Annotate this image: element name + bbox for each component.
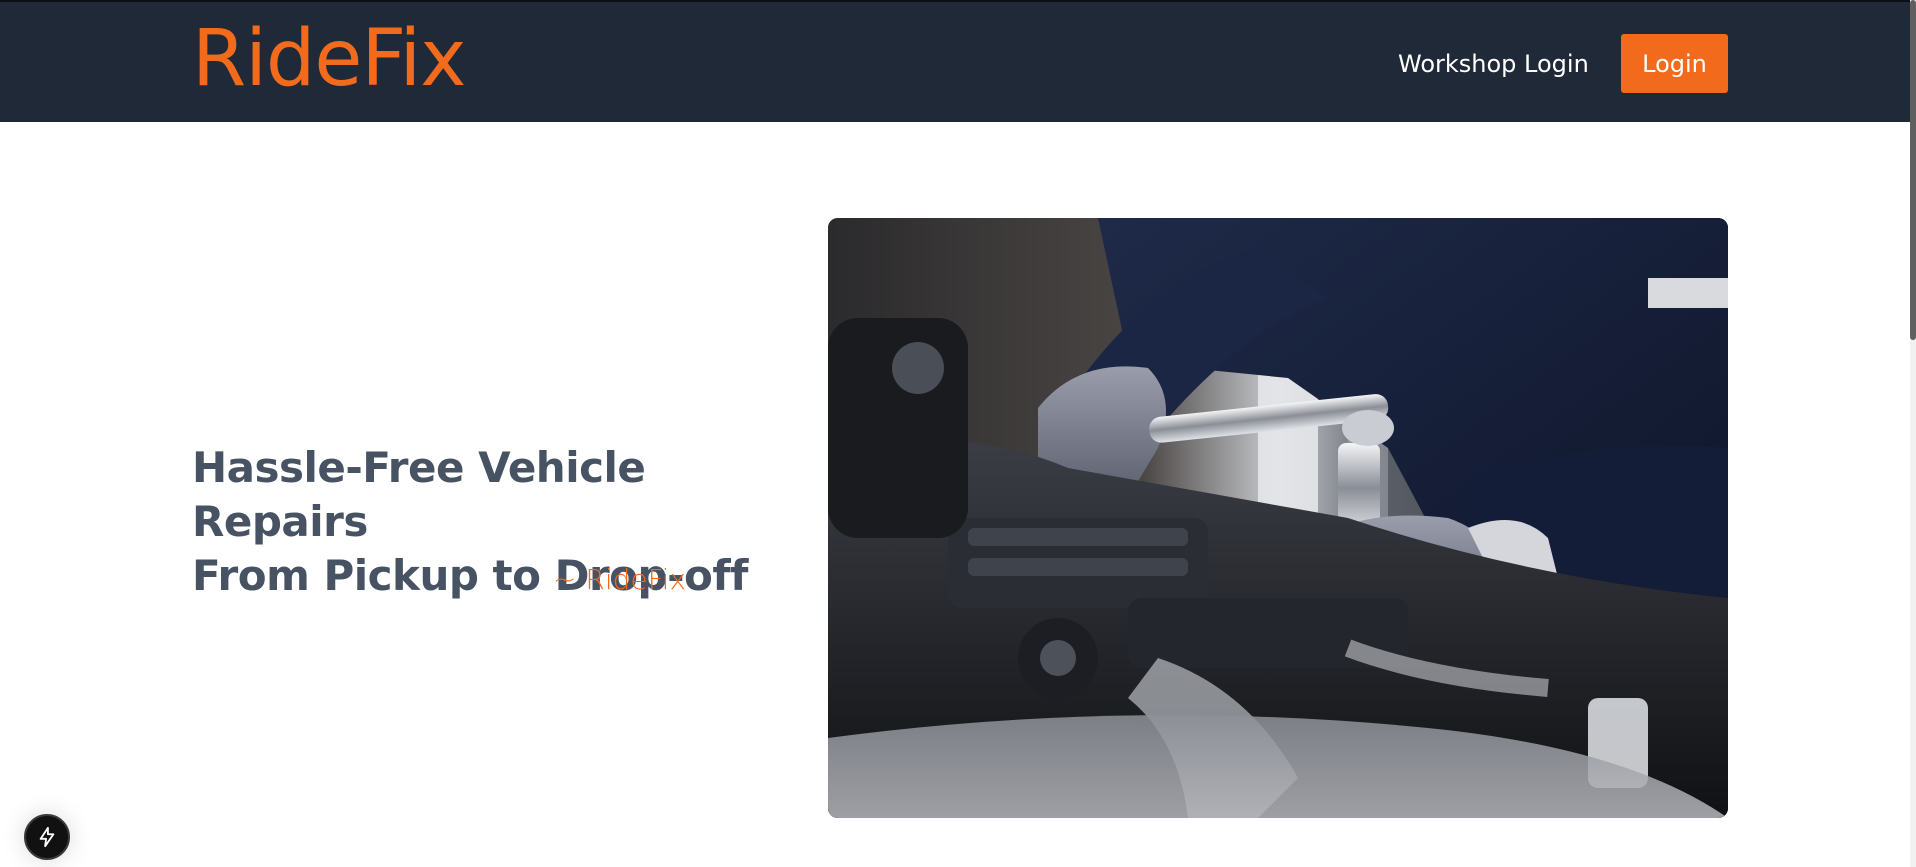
brand-logo[interactable]: RideFix [192, 20, 466, 98]
scrollbar-thumb[interactable] [1910, 0, 1916, 340]
hero-signature: ~ RideFix [553, 563, 687, 596]
scrollbar-track[interactable] [1910, 0, 1916, 867]
lightning-bolt-button[interactable] [24, 814, 70, 860]
login-button[interactable]: Login [1621, 34, 1728, 93]
top-navbar: RideFix Workshop Login Login [0, 0, 1916, 122]
hero-image-mechanic-engine [828, 218, 1728, 818]
workshop-login-link[interactable]: Workshop Login [1398, 50, 1589, 79]
hero-headline-line-1: Hassle-Free Vehicle Repairs [192, 443, 646, 546]
hero-headline: Hassle-Free Vehicle Repairs From Pickup … [192, 441, 792, 603]
lightning-bolt-icon [39, 826, 55, 848]
